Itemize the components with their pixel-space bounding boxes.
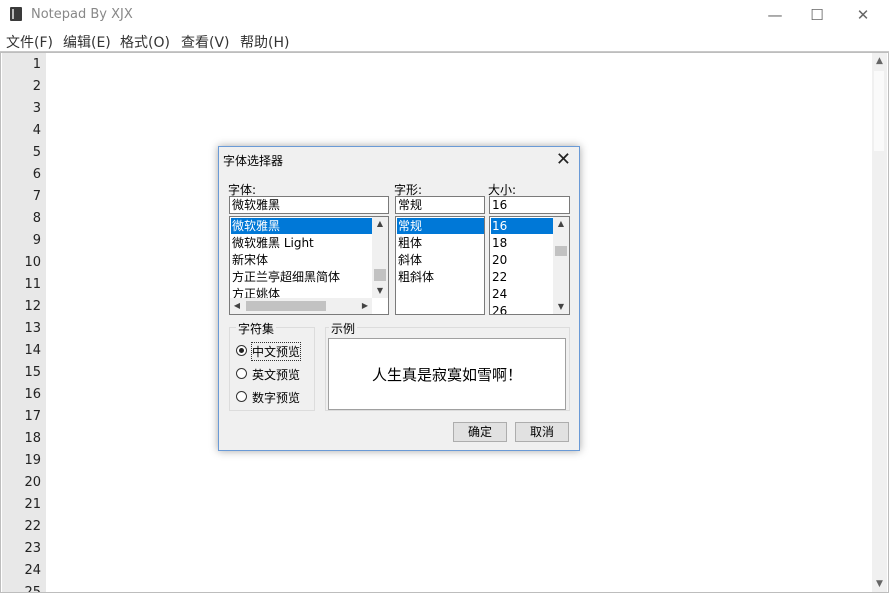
list-item[interactable]: 16 bbox=[491, 218, 553, 234]
chevron-right-icon[interactable]: ▶ bbox=[358, 298, 372, 314]
line-number: 3 bbox=[32, 101, 41, 116]
scrollbar-thumb[interactable] bbox=[555, 246, 567, 256]
line-number: 14 bbox=[24, 343, 41, 358]
menu-edit[interactable]: 编辑(E) bbox=[63, 32, 111, 52]
radio-unchecked-icon[interactable] bbox=[236, 368, 247, 379]
line-number: 11 bbox=[24, 277, 41, 292]
line-number: 5 bbox=[32, 145, 41, 160]
scroll-up-icon[interactable]: ▲ bbox=[872, 53, 887, 69]
title-bar: Notepad By XJX — ☐ ✕ bbox=[0, 0, 889, 30]
chevron-down-icon[interactable]: ▼ bbox=[553, 300, 569, 314]
list-item[interactable]: 粗体 bbox=[397, 235, 422, 251]
font-list-vertical-scrollbar[interactable]: ▲ ▼ bbox=[372, 217, 388, 298]
radio-checked-icon[interactable] bbox=[236, 345, 247, 356]
close-window-button[interactable]: ✕ bbox=[840, 0, 886, 30]
menu-help[interactable]: 帮助(H) bbox=[240, 32, 289, 52]
minimize-icon: — bbox=[767, 6, 783, 24]
notepad-app-icon bbox=[10, 7, 22, 21]
list-item[interactable]: 24 bbox=[491, 286, 507, 302]
list-item[interactable]: 常规 bbox=[397, 218, 484, 234]
font-size-list[interactable]: 16 18 20 22 24 26 ▲ ▼ bbox=[489, 216, 570, 315]
line-number: 20 bbox=[24, 475, 41, 490]
minimize-button[interactable]: — bbox=[752, 0, 798, 30]
radio-unchecked-icon[interactable] bbox=[236, 391, 247, 402]
scrollbar-thumb[interactable] bbox=[374, 269, 386, 281]
menu-bar: 文件(F) 编辑(E) 格式(O) 查看(V) 帮助(H) bbox=[0, 30, 889, 52]
line-number: 17 bbox=[24, 409, 41, 424]
maximize-icon: ☐ bbox=[810, 6, 824, 24]
radio-label: 数字预览 bbox=[252, 391, 301, 405]
line-number: 7 bbox=[32, 189, 41, 204]
font-style-field[interactable]: 常规 bbox=[395, 196, 485, 214]
chevron-left-icon[interactable]: ◀ bbox=[230, 298, 244, 314]
line-number: 25 bbox=[24, 585, 41, 592]
font-selector-dialog: 字体选择器 ✕ 字体: 微软雅黑 微软雅黑 微软雅黑 Light 新宋体 方正兰… bbox=[218, 146, 580, 451]
line-number: 6 bbox=[32, 167, 41, 182]
font-name-field[interactable]: 微软雅黑 bbox=[229, 196, 389, 214]
scroll-down-icon[interactable]: ▼ bbox=[872, 576, 887, 592]
line-number: 9 bbox=[32, 233, 41, 248]
line-number: 23 bbox=[24, 541, 41, 556]
sample-preview-box: 人生真是寂寞如雪啊！ bbox=[328, 338, 566, 410]
close-icon: ✕ bbox=[856, 6, 870, 24]
line-number: 16 bbox=[24, 387, 41, 402]
chevron-down-icon[interactable]: ▼ bbox=[372, 284, 388, 298]
line-number: 22 bbox=[24, 519, 41, 534]
line-number: 10 bbox=[24, 255, 41, 270]
list-item[interactable]: 新宋体 bbox=[231, 252, 268, 268]
list-item[interactable]: 26 bbox=[491, 303, 507, 314]
line-number: 19 bbox=[24, 453, 41, 468]
size-list-vertical-scrollbar[interactable]: ▲ ▼ bbox=[553, 217, 569, 314]
cancel-button[interactable]: 取消 bbox=[515, 422, 569, 442]
radio-label: 中文预览 bbox=[250, 342, 302, 361]
scrollbar-thumb[interactable] bbox=[874, 71, 884, 151]
editor-vertical-scrollbar[interactable]: ▲ ▼ bbox=[872, 53, 887, 592]
radio-label: 英文预览 bbox=[252, 368, 301, 382]
line-number: 15 bbox=[24, 365, 41, 380]
sample-group: 示例 人生真是寂寞如雪啊！ bbox=[325, 320, 570, 411]
list-item[interactable]: 粗斜体 bbox=[397, 269, 434, 285]
menu-format[interactable]: 格式(O) bbox=[120, 32, 170, 52]
sample-text: 人生真是寂寞如雪啊！ bbox=[371, 365, 522, 384]
line-number: 8 bbox=[32, 211, 41, 226]
line-number: 12 bbox=[24, 299, 41, 314]
list-item[interactable]: 微软雅黑 Light bbox=[231, 235, 314, 251]
scrollbar-thumb[interactable] bbox=[246, 301, 326, 311]
chevron-up-icon[interactable]: ▲ bbox=[372, 217, 388, 231]
menu-file[interactable]: 文件(F) bbox=[6, 32, 53, 52]
charset-group: 字符集 中文预览 英文预览 数字预览 bbox=[229, 320, 315, 411]
chevron-up-icon[interactable]: ▲ bbox=[553, 217, 569, 231]
charset-label: 字符集 bbox=[236, 320, 277, 337]
font-list-horizontal-scrollbar[interactable]: ◀ ▶ bbox=[230, 298, 372, 314]
list-item[interactable]: 斜体 bbox=[397, 252, 422, 268]
menu-view[interactable]: 查看(V) bbox=[181, 32, 230, 52]
font-size-field[interactable]: 16 bbox=[489, 196, 570, 214]
list-item[interactable]: 22 bbox=[491, 269, 507, 285]
list-item[interactable]: 20 bbox=[491, 252, 507, 268]
line-number-gutter: 1 2 3 4 5 6 7 8 9 10 11 12 13 14 15 16 1… bbox=[2, 53, 46, 592]
line-number: 4 bbox=[32, 123, 41, 138]
line-number: 21 bbox=[24, 497, 41, 512]
line-number: 1 bbox=[32, 57, 41, 72]
ok-button[interactable]: 确定 bbox=[453, 422, 507, 442]
dialog-close-button[interactable]: ✕ bbox=[556, 149, 571, 170]
line-number: 24 bbox=[24, 563, 41, 578]
line-number: 2 bbox=[32, 79, 41, 94]
dialog-title: 字体选择器 bbox=[223, 154, 284, 168]
font-style-list[interactable]: 常规 粗体 斜体 粗斜体 bbox=[395, 216, 485, 315]
maximize-button[interactable]: ☐ bbox=[794, 0, 840, 30]
line-number: 13 bbox=[24, 321, 41, 336]
window-title: Notepad By XJX bbox=[31, 7, 133, 22]
list-item[interactable]: 18 bbox=[491, 235, 507, 251]
list-item[interactable]: 微软雅黑 bbox=[231, 218, 373, 234]
line-number: 18 bbox=[24, 431, 41, 446]
list-item[interactable]: 方正兰亭超细黑简体 bbox=[231, 269, 340, 285]
font-name-list[interactable]: 微软雅黑 微软雅黑 Light 新宋体 方正兰亭超细黑简体 方正姚体 ▲ ▼ ◀… bbox=[229, 216, 389, 315]
sample-label: 示例 bbox=[329, 320, 358, 337]
